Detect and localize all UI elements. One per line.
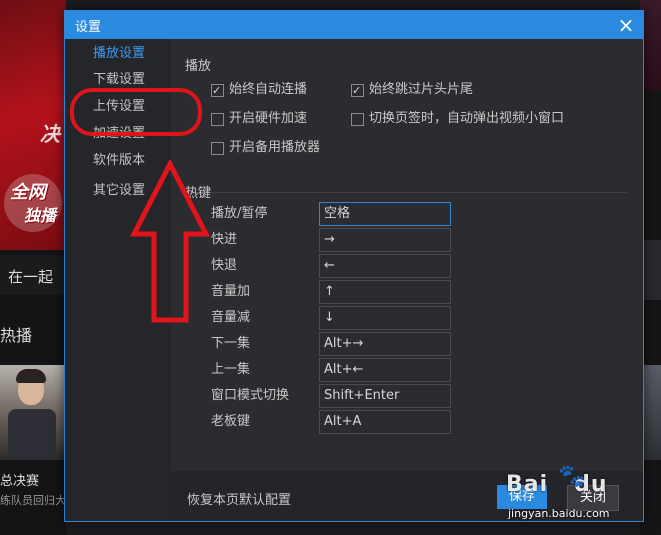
annotation-up-arrow-icon (130, 160, 210, 323)
hotkey-field-volume-up[interactable]: ↑ (319, 280, 451, 304)
sidebar-item-playback[interactable]: 播放设置 (65, 41, 171, 67)
background-label-together[interactable]: 在一起 (8, 266, 53, 287)
baidu-watermark: Bai du 🐾 jingyan.baidu.com (502, 460, 652, 530)
hotkey-label-boss-key: 老板键 (211, 414, 251, 429)
checkbox-icon[interactable] (211, 113, 224, 126)
hotkey-field-prev-episode[interactable]: Alt+← (319, 358, 451, 382)
close-icon[interactable]: × (615, 14, 637, 36)
background-thumbnail[interactable] (0, 365, 66, 460)
dialog-title: 设置 (75, 20, 102, 35)
dialog-titlebar[interactable]: 设置 × (65, 11, 643, 39)
hotkey-label-volume-up: 音量加 (211, 284, 251, 299)
hotkey-label-next-episode: 下一集 (211, 336, 251, 351)
hotkey-label-play-pause: 播放/暂停 (211, 206, 268, 221)
background-label-sub: 练队员回归大 (0, 494, 66, 507)
checkbox-icon[interactable] (351, 82, 364, 100)
hotkey-field-play-pause[interactable]: 空格 (319, 202, 451, 226)
section-divider (185, 192, 627, 193)
paw-icon: 🐾 (558, 464, 586, 489)
hotkey-label-window-mode: 窗口模式切换 (211, 388, 290, 403)
hotkey-field-forward[interactable]: → (319, 228, 451, 252)
baidu-logo: Bai du (506, 472, 608, 497)
playback-section-title: 播放 (185, 59, 212, 74)
background-label-final[interactable]: 总决赛 (0, 470, 39, 489)
annotation-highlight-oval (70, 88, 202, 136)
hotkey-label-prev-episode: 上一集 (211, 362, 251, 377)
background-promo-badge: 全网 独播 (0, 170, 66, 240)
promo-line2: 独播 (24, 206, 57, 225)
background-banner-glyph: 决 (40, 122, 60, 146)
hotkey-label-rewind: 快退 (211, 258, 238, 273)
background-label-broadcast: 热播 (0, 326, 33, 345)
hotkey-label-forward: 快进 (211, 232, 238, 247)
hotkey-field-volume-down[interactable]: ↓ (319, 306, 451, 330)
checkbox-icon[interactable] (351, 113, 364, 126)
checkbox-icon[interactable] (211, 142, 224, 155)
hotkey-field-next-episode[interactable]: Alt+→ (319, 332, 451, 356)
watermark-url: jingyan.baidu.com (508, 507, 610, 520)
hotkey-label-volume-down: 音量减 (211, 310, 251, 325)
hotkey-field-boss-key[interactable]: Alt+A (319, 410, 451, 434)
promo-line1: 全网 (10, 182, 46, 203)
hotkey-field-window-mode[interactable]: Shift+Enter (319, 384, 451, 408)
restore-defaults-link[interactable]: 恢复本页默认配置 (187, 489, 291, 508)
checkbox-icon[interactable] (211, 82, 224, 100)
background-app-left: 决 全网 独播 在一起 热播 总决赛 练队员回归大 (0, 0, 66, 535)
settings-content: 播放 始终自动连播 始终跳过片头片尾 开启硬件加速 切换页签时，自动弹出视频小窗… (171, 39, 643, 521)
hotkey-field-rewind[interactable]: ← (319, 254, 451, 278)
